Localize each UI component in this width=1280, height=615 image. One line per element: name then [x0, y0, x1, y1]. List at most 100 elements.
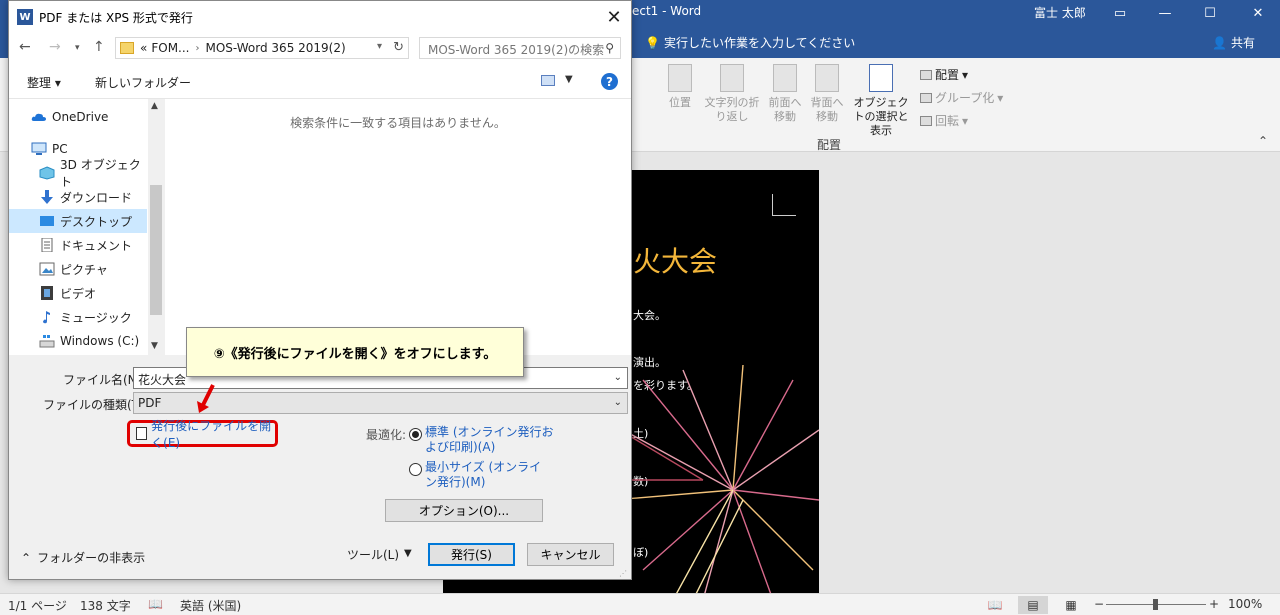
tree-item-3d-objects[interactable]: 3D オブジェクト [9, 158, 147, 189]
open-after-publish-checkbox[interactable]: 発行後にファイルを開く(E) [127, 419, 278, 450]
zoom-slider-thumb[interactable] [1153, 599, 1158, 610]
tree-item-onedrive[interactable]: OneDrive [9, 105, 147, 129]
tree-item-windows-c[interactable]: Windows (C:) [9, 329, 147, 353]
navigation-scrollbar[interactable]: ▲ ▼ [148, 99, 164, 355]
wrap-text-button[interactable]: 文字列の折り返し [702, 64, 762, 124]
chevron-up-icon: ⌃ [21, 550, 32, 565]
group-button[interactable]: グループ化 ▾ [920, 89, 1003, 106]
recent-locations-icon[interactable]: ▾ [75, 43, 80, 53]
language-indicator[interactable]: 英語 (米国) [180, 597, 241, 614]
chevron-up-icon[interactable]: ▲ [151, 101, 158, 111]
tree-item-music[interactable]: ミュージック [9, 305, 147, 329]
collapse-ribbon-icon[interactable]: ⌃ [1258, 134, 1268, 148]
optimize-standard-radio[interactable] [409, 428, 422, 441]
refresh-icon[interactable]: ↻ [393, 40, 404, 55]
cloud-icon [31, 113, 46, 121]
dialog-title: PDF または XPS 形式で発行 [39, 11, 193, 25]
tree-item-pictures[interactable]: ピクチャ [9, 257, 147, 281]
rotate-button[interactable]: 回転 ▾ [920, 112, 968, 129]
arrange-group-label: 配置 [817, 138, 842, 152]
chevron-right-icon[interactable]: › [196, 43, 200, 54]
chevron-down-icon: ▾ [962, 113, 969, 128]
tree-item-videos[interactable]: ビデオ [9, 281, 147, 305]
scrollbar-thumb[interactable] [150, 185, 162, 315]
search-placeholder: MOS-Word 365 2019(2)の検索 [428, 43, 605, 57]
close-icon[interactable]: ✕ [601, 5, 627, 29]
instruction-callout: ⑨《発行後にファイルを開く》をオフにします。 [186, 327, 524, 377]
align-button[interactable]: 配置 ▾ [920, 66, 968, 83]
group-icon [920, 92, 932, 103]
forward-arrow-icon[interactable]: → [49, 39, 61, 55]
close-icon[interactable]: ✕ [1238, 0, 1278, 26]
chevron-down-icon[interactable]: ⌄ [614, 372, 622, 383]
tree-item-label: Windows (C:) [60, 334, 140, 348]
open-after-publish-label[interactable]: 発行後にファイルを開く(E) [151, 417, 275, 451]
help-icon[interactable]: ? [601, 73, 618, 90]
resize-grip-icon[interactable]: ⋰ [619, 569, 627, 578]
send-backward-label: 背面へ移動 [810, 96, 844, 123]
word-user-name[interactable]: 富士 太郎 [1034, 4, 1086, 21]
breadcrumb-item[interactable]: FOM... [151, 41, 189, 55]
publish-dialog: W PDF または XPS 形式で発行 ✕ ← → ▾ ↑ « FOM... ›… [8, 0, 632, 580]
chevron-down-icon[interactable]: ▾ [377, 41, 382, 52]
search-icon: ⚲ [605, 41, 614, 55]
checkbox-box[interactable] [136, 427, 148, 440]
organize-button[interactable]: 整理 ▾ [27, 74, 61, 91]
ribbon-display-options-icon[interactable]: ▭ [1100, 0, 1140, 26]
position-icon [668, 64, 692, 92]
optimize-minimum-radio[interactable] [409, 463, 422, 476]
zoom-level[interactable]: 100% [1228, 597, 1262, 611]
desktop-icon [40, 216, 54, 226]
options-button[interactable]: オプション(O)... [385, 499, 543, 522]
back-arrow-icon[interactable]: ← [19, 39, 31, 55]
proofing-icon[interactable]: 📖 [148, 597, 163, 611]
group-label: グループ化 [935, 91, 995, 105]
bring-forward-button[interactable]: 前面へ移動 [766, 64, 804, 124]
cancel-button[interactable]: キャンセル [527, 543, 614, 566]
address-bar[interactable]: « FOM... › MOS-Word 365 2019(2) ▾ ↻ [115, 37, 409, 59]
chevron-down-icon[interactable]: ▼ [151, 341, 158, 351]
tree-item-label: PC [52, 142, 68, 156]
selection-pane-button[interactable]: オブジェクトの選択と表示 [850, 64, 912, 138]
new-folder-button[interactable]: 新しいフォルダー [95, 74, 191, 91]
optimize-minimum-label[interactable]: 最小サイズ (オンライン発行)(M) [425, 460, 550, 490]
filetype-value: PDF [138, 396, 162, 410]
status-bar: 1/1 ページ 138 文字 📖 英語 (米国) 📖 ▤ ▦ − + 100% [0, 593, 1280, 615]
pc-icon [31, 142, 47, 155]
chevron-down-icon: ▾ [997, 90, 1004, 105]
file-list[interactable]: 検索条件に一致する項目はありません。 [165, 99, 631, 355]
tree-item-downloads[interactable]: ダウンロード [9, 185, 147, 209]
maximize-icon[interactable]: ☐ [1190, 0, 1230, 26]
breadcrumb-item[interactable]: MOS-Word 365 2019(2) [206, 41, 346, 55]
web-layout-icon[interactable]: ▦ [1056, 596, 1086, 614]
address-overflow[interactable]: « [140, 41, 147, 55]
music-icon [43, 311, 50, 324]
tell-me-box[interactable]: 💡 実行したい作業を入力してください [645, 34, 855, 51]
chevron-down-icon[interactable]: ⌄ [614, 397, 622, 408]
zoom-in-icon[interactable]: + [1209, 597, 1219, 611]
publish-button[interactable]: 発行(S) [428, 543, 515, 566]
word-count[interactable]: 138 文字 [80, 597, 131, 614]
bring-forward-label: 前面へ移動 [768, 96, 802, 123]
selection-pane-label: オブジェクトの選択と表示 [853, 96, 909, 137]
hide-folders-button[interactable]: ⌃ フォルダーの非表示 [21, 549, 145, 566]
tree-item-desktop[interactable]: デスクトップ [9, 209, 147, 233]
organize-label: 整理 [27, 76, 52, 90]
chevron-down-icon[interactable]: ▼ [565, 74, 573, 85]
read-mode-icon[interactable]: 📖 [980, 596, 1010, 614]
zoom-out-icon[interactable]: − [1094, 597, 1104, 611]
minimize-icon[interactable]: — [1145, 0, 1185, 26]
up-arrow-icon[interactable]: ↑ [93, 39, 105, 55]
position-button[interactable]: 位置 [662, 64, 698, 110]
change-view-icon[interactable] [541, 75, 555, 86]
chevron-down-icon[interactable]: ▼ [404, 548, 412, 559]
print-layout-icon[interactable]: ▤ [1018, 596, 1048, 614]
tools-button[interactable]: ツール(L) [347, 546, 399, 563]
search-input[interactable]: MOS-Word 365 2019(2)の検索 ⚲ [419, 37, 621, 59]
optimize-standard-label[interactable]: 標準 (オンライン発行および印刷)(A) [425, 425, 555, 455]
callout-arrow-icon [197, 384, 215, 413]
share-button[interactable]: 👤 共有 [1212, 34, 1255, 51]
page-count[interactable]: 1/1 ページ [8, 597, 67, 614]
tree-item-documents[interactable]: ドキュメント [9, 233, 147, 257]
send-backward-button[interactable]: 背面へ移動 [808, 64, 846, 124]
